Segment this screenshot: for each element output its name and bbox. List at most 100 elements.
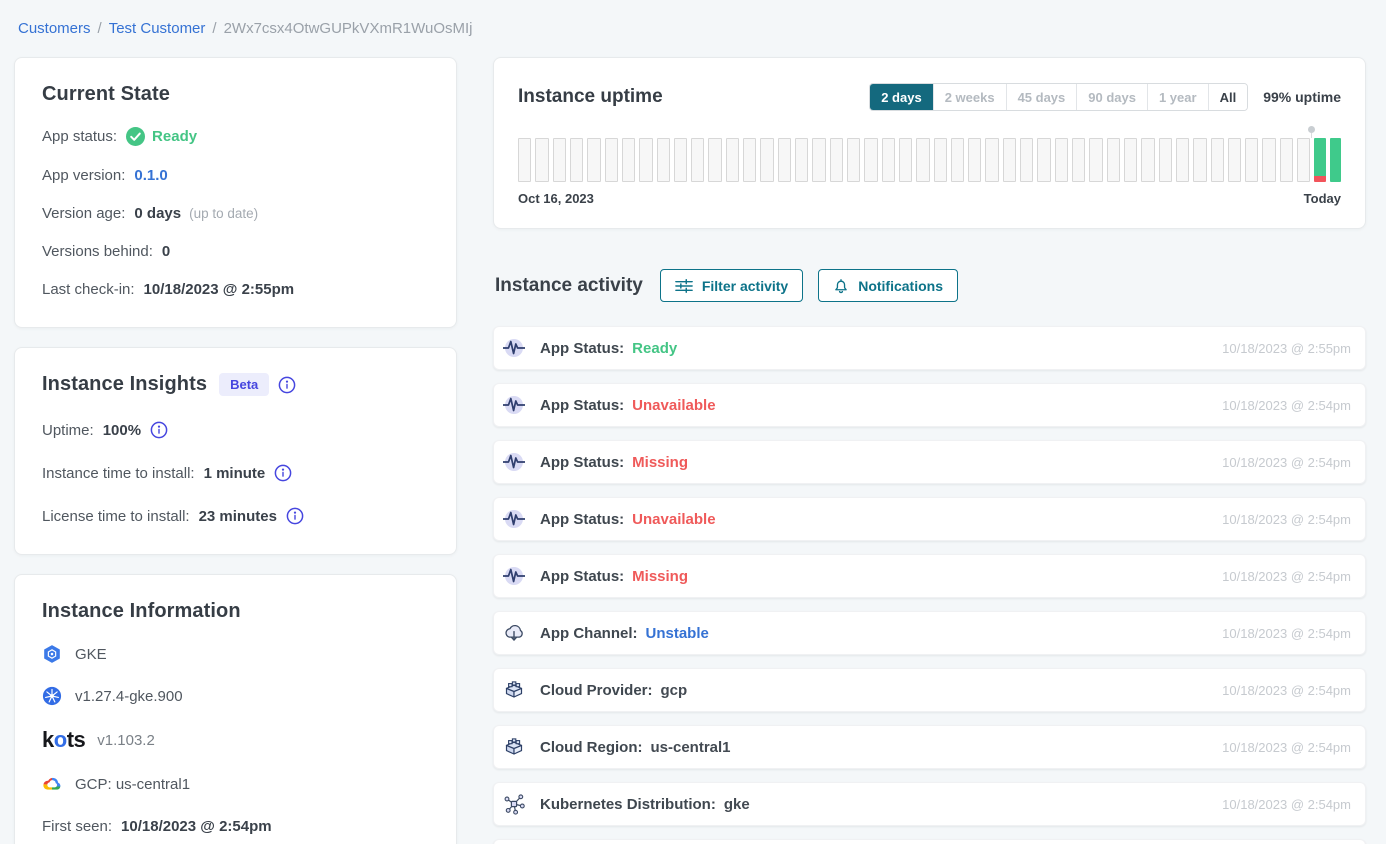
license-tti-value: 23 minutes [199, 508, 277, 525]
uptime-bar[interactable] [639, 138, 652, 182]
uptime-bar[interactable] [657, 138, 670, 182]
uptime-bar[interactable] [518, 138, 531, 182]
uptime-bar[interactable] [1211, 138, 1224, 182]
activity-row: App Channel: Unstable 10/18/2023 @ 2:54p… [493, 611, 1366, 655]
uptime-bar[interactable] [726, 138, 739, 182]
uptime-bar[interactable] [1228, 138, 1241, 182]
uptime-label: Uptime: [42, 422, 94, 439]
uptime-bar[interactable] [1262, 138, 1275, 182]
uptime-bar[interactable] [1037, 138, 1050, 182]
pulse-icon [503, 565, 525, 587]
uptime-percentage: 99% uptime [1263, 89, 1341, 105]
uptime-range-selector: 2 days2 weeks45 days90 days1 yearAll [869, 83, 1248, 111]
uptime-bar[interactable] [535, 138, 548, 182]
breadcrumb-link[interactable]: Test Customer [109, 20, 206, 37]
uptime-bar[interactable] [622, 138, 635, 182]
uptime-bar[interactable] [812, 138, 825, 182]
uptime-bar[interactable] [760, 138, 773, 182]
uptime-bar[interactable] [830, 138, 843, 182]
info-icon[interactable] [274, 464, 292, 482]
uptime-bar[interactable] [951, 138, 964, 182]
app-version-link[interactable]: 0.1.0 [134, 167, 167, 184]
uptime-bar[interactable] [1159, 138, 1172, 182]
instance-activity-title: Instance activity [495, 275, 643, 297]
activity-label: App Status: [540, 340, 624, 357]
activity-label: Cloud Provider: [540, 682, 653, 699]
uptime-bar[interactable] [916, 138, 929, 182]
uptime-bar[interactable] [553, 138, 566, 182]
uptime-bar[interactable] [1003, 138, 1016, 182]
uptime-bar[interactable] [1245, 138, 1258, 182]
last-checkin-row: Last check-in: 10/18/2023 @ 2:55pm [42, 281, 429, 298]
uptime-bar[interactable] [605, 138, 618, 182]
app-status-label: App status: [42, 128, 117, 145]
info-icon[interactable] [150, 421, 168, 439]
instance-information-title: Instance Information [42, 600, 429, 623]
uptime-bar[interactable] [1072, 138, 1085, 182]
breadcrumb-link[interactable]: Customers [18, 20, 91, 37]
activity-timestamp: 10/18/2023 @ 2:54pm [1222, 512, 1351, 527]
uptime-bar[interactable] [708, 138, 721, 182]
uptime-bar[interactable] [795, 138, 808, 182]
activity-value: Unavailable [632, 397, 715, 414]
uptime-bar[interactable] [968, 138, 981, 182]
activity-timestamp: 10/18/2023 @ 2:54pm [1222, 797, 1351, 812]
uptime-bar[interactable] [864, 138, 877, 182]
info-icon[interactable] [286, 507, 304, 525]
right-column: Instance uptime 2 days2 weeks45 days90 d… [493, 57, 1366, 844]
kots-version-value: v1.103.2 [97, 732, 155, 749]
uptime-range-2-weeks[interactable]: 2 weeks [933, 84, 1006, 110]
uptime-bar[interactable] [934, 138, 947, 182]
uptime-bar[interactable] [1330, 138, 1341, 182]
uptime-bar[interactable] [985, 138, 998, 182]
instance-insights-title: Instance Insights [42, 373, 207, 396]
uptime-bar[interactable] [743, 138, 756, 182]
activity-value: Missing [632, 454, 688, 471]
uptime-bar[interactable] [778, 138, 791, 182]
notifications-button[interactable]: Notifications [818, 269, 958, 302]
activity-timestamp: 10/18/2023 @ 2:55pm [1222, 341, 1351, 356]
uptime-range-all[interactable]: All [1208, 84, 1248, 110]
activity-row: Cloud Provider: gcp 10/18/2023 @ 2:54pm [493, 668, 1366, 712]
cloud-row: GCP: us-central1 [42, 773, 429, 795]
uptime-bar[interactable] [1314, 138, 1325, 182]
activity-value: Unstable [646, 625, 709, 642]
uptime-range-90-days[interactable]: 90 days [1076, 84, 1147, 110]
uptime-bar[interactable] [691, 138, 704, 182]
chart-start-label: Oct 16, 2023 [518, 191, 594, 206]
filter-icon [675, 278, 693, 294]
uptime-bar[interactable] [882, 138, 895, 182]
version-age-row: Version age: 0 days (up to date) [42, 205, 429, 222]
k8s-version-row: v1.27.4-gke.900 [42, 685, 429, 707]
uptime-bar[interactable] [1089, 138, 1102, 182]
pulse-icon [503, 337, 525, 359]
uptime-range-2-days[interactable]: 2 days [870, 84, 932, 110]
uptime-bar[interactable] [587, 138, 600, 182]
uptime-bar[interactable] [1141, 138, 1154, 182]
uptime-bar[interactable] [1124, 138, 1137, 182]
activity-value: gke [724, 796, 750, 813]
uptime-bar[interactable] [1297, 138, 1310, 182]
uptime-bar[interactable] [1280, 138, 1293, 182]
uptime-bar[interactable] [674, 138, 687, 182]
versions-behind-row: Versions behind: 0 [42, 243, 429, 260]
uptime-bar[interactable] [1107, 138, 1120, 182]
uptime-bar[interactable] [570, 138, 583, 182]
uptime-bar[interactable] [899, 138, 912, 182]
uptime-bar[interactable] [1020, 138, 1033, 182]
kubernetes-icon [42, 686, 62, 706]
pulse-icon [503, 508, 525, 530]
info-icon[interactable] [278, 376, 296, 394]
filter-activity-button[interactable]: Filter activity [660, 269, 803, 302]
chart-end-label: Today [1304, 191, 1341, 206]
uptime-bar[interactable] [1176, 138, 1189, 182]
uptime-bar[interactable] [1055, 138, 1068, 182]
uptime-range-45-days[interactable]: 45 days [1006, 84, 1077, 110]
license-tti-row: License time to install: 23 minutes [42, 507, 429, 525]
uptime-range-1-year[interactable]: 1 year [1147, 84, 1208, 110]
box-icon [503, 736, 525, 758]
activity-label: App Channel: [540, 625, 638, 642]
uptime-bar[interactable] [1193, 138, 1206, 182]
uptime-bar[interactable] [847, 138, 860, 182]
cloud-value: GCP: us-central1 [75, 776, 190, 793]
